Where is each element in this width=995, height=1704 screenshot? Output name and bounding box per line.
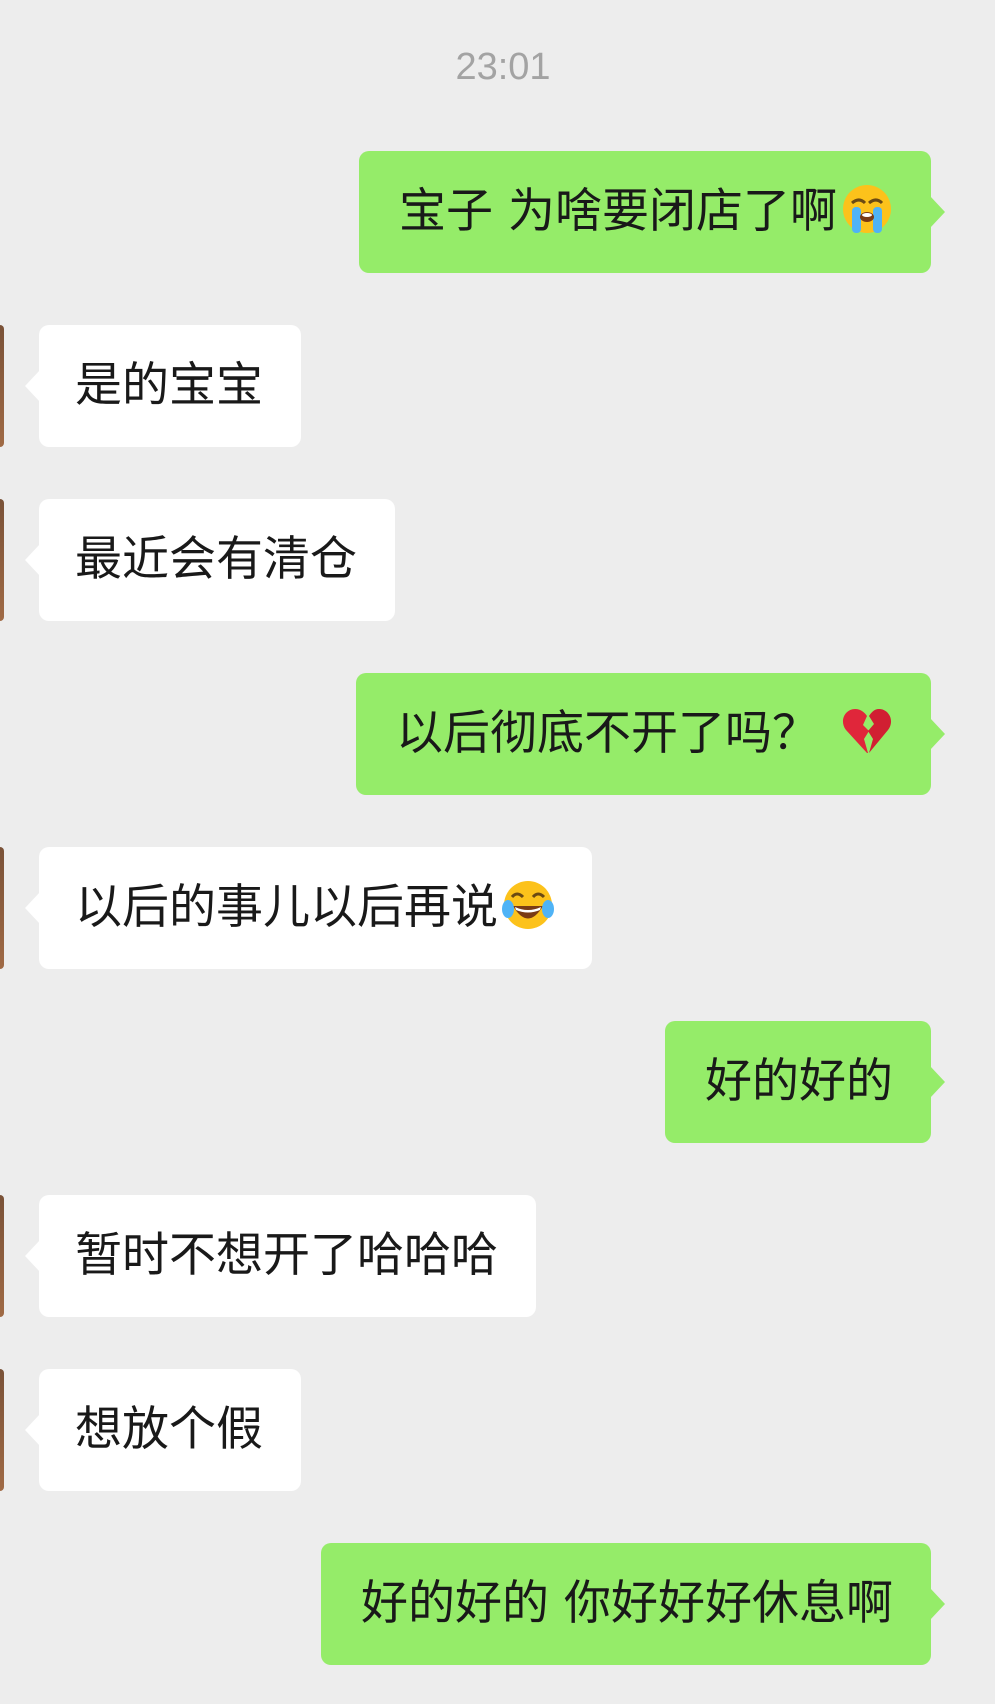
received-message-bubble[interactable]: 最近会有清仓 [25,499,395,621]
message-text: 是的宝宝 [75,358,263,413]
message-text: 想放个假 [75,1402,263,1457]
contact-avatar[interactable] [0,847,4,969]
message-text: 宝子 为啥要闭店了啊 [399,184,837,239]
contact-avatar[interactable] [0,499,4,621]
sent-message-bubble[interactable]: 好的好的 [665,1021,945,1143]
loudly-crying-face-emoji-icon [841,183,893,235]
message-text: 最近会有清仓 [75,532,357,587]
contact-avatar[interactable] [0,1369,4,1491]
received-message-bubble[interactable]: 以后的事儿以后再说 [25,847,592,969]
contact-avatar[interactable] [0,1195,4,1317]
received-message-bubble[interactable]: 是的宝宝 [25,325,301,447]
contact-avatar[interactable] [0,325,4,447]
chat-view[interactable]: 23:01 宝子 为啥要闭店了啊 是的宝宝 最近会有清仓 以后彻底不开了吗？ 以… [0,0,995,1704]
sent-message-bubble[interactable]: 好的好的 你好好好休息啊 [321,1543,945,1665]
broken-heart-emoji-icon [841,705,893,757]
sent-message-bubble[interactable]: 以后彻底不开了吗？ [356,673,945,795]
message-text: 以后的事儿以后再说 [75,880,498,935]
message-text: 暂时不想开了哈哈哈 [75,1228,498,1283]
message-text: 以后彻底不开了吗？ [396,706,819,761]
face-with-tears-of-joy-emoji-icon [502,879,554,931]
message-text: 好的好的 [705,1054,893,1109]
received-message-bubble[interactable]: 暂时不想开了哈哈哈 [25,1195,536,1317]
sent-message-bubble[interactable]: 宝子 为啥要闭店了啊 [359,151,945,273]
received-message-bubble[interactable]: 想放个假 [25,1369,301,1491]
message-text: 好的好的 你好好好休息啊 [361,1576,893,1631]
message-timestamp: 23:01 [455,46,551,88]
